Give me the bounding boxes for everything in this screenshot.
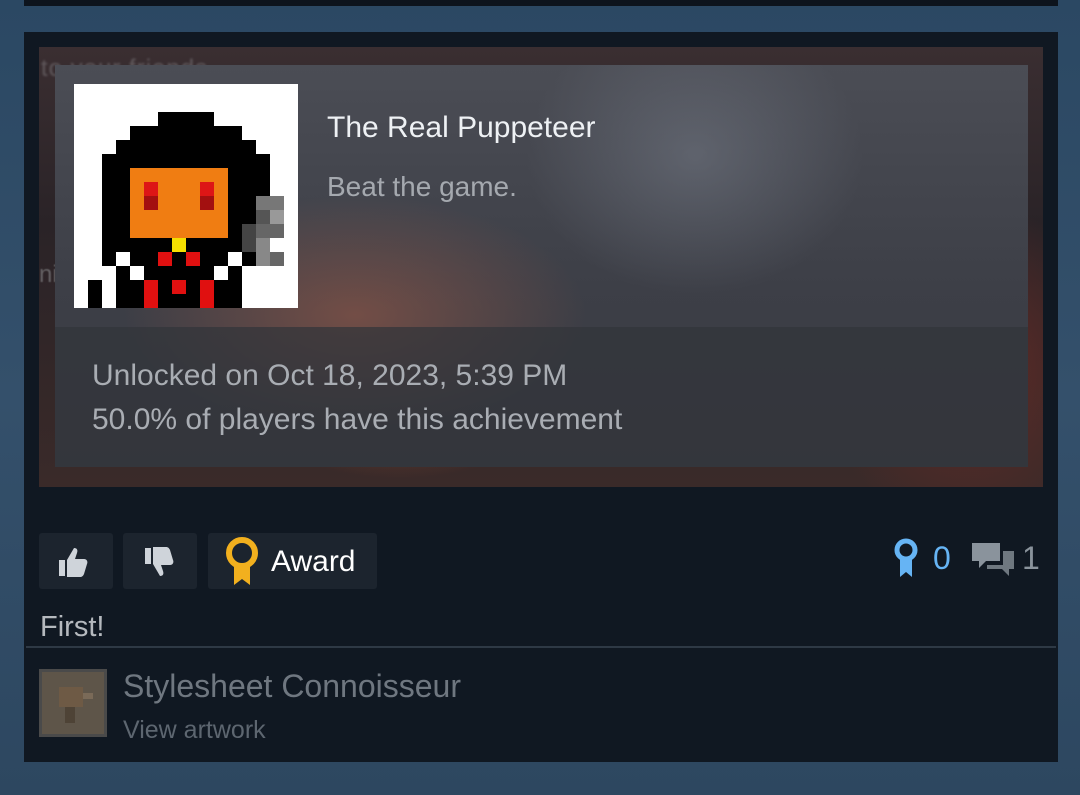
achievement-description: Beat the game. xyxy=(327,171,517,202)
puppeteer-pixel-icon xyxy=(74,84,298,308)
divider xyxy=(26,646,1056,648)
achievement-percent: 50.0% of players have this achievement xyxy=(92,403,623,436)
previous-card-bottom xyxy=(24,0,1058,6)
thumbs-up-icon xyxy=(59,548,88,577)
achievement-title: The Real Puppeteer xyxy=(327,111,596,144)
achievement-popup: The Real Puppeteer Beat the game. Unlock… xyxy=(55,65,1028,467)
artwork-card: to your friends ni xyxy=(24,32,1058,762)
award-count-icon xyxy=(894,538,918,577)
view-artwork-link[interactable]: View artwork xyxy=(123,716,266,745)
achievement-footer xyxy=(55,327,1028,467)
comment-icon[interactable] xyxy=(970,539,1016,583)
award-label: Award xyxy=(271,545,356,578)
thumbs-down-button[interactable] xyxy=(123,533,197,589)
author-name[interactable]: Stylesheet Connoisseur xyxy=(123,668,461,705)
thumbs-up-button[interactable] xyxy=(39,533,113,589)
avatar[interactable] xyxy=(39,669,107,737)
artwork-screenshot[interactable]: to your friends ni xyxy=(39,47,1043,487)
award-button[interactable]: Award xyxy=(208,533,377,589)
achievement-icon xyxy=(74,84,298,308)
comment-count: 1 xyxy=(1022,540,1040,576)
thumbs-down-icon xyxy=(145,547,174,576)
unlock-date: Unlocked on Oct 18, 2023, 5:39 PM xyxy=(92,359,568,392)
award-icon xyxy=(226,537,258,585)
comment-text: First! xyxy=(40,611,105,643)
award-count: 0 xyxy=(933,540,951,576)
avatar-image xyxy=(42,672,104,734)
